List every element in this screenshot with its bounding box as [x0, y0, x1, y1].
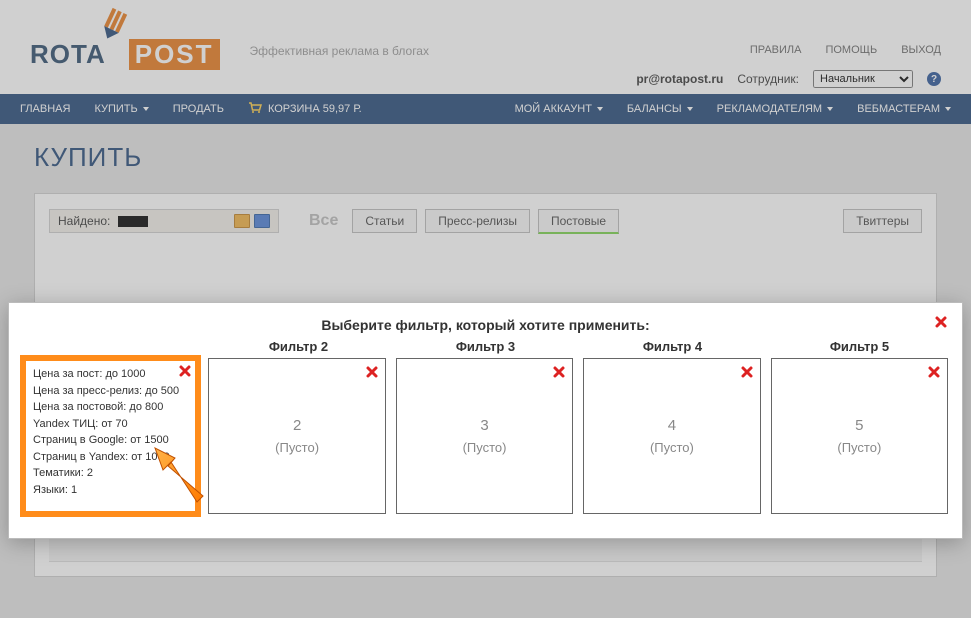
card-empty: 5 (Пусто) [782, 367, 937, 505]
filter-line: Страниц в Yandex: от 1000 [33, 449, 188, 466]
card-num: 4 [668, 415, 676, 438]
header-right: ПРАВИЛА ПОМОЩЬ ВЫХОД pr@rotapost.ru Сотр… [636, 44, 941, 88]
tab-all[interactable]: Все [303, 208, 344, 234]
modal-title-text: Выберите фильтр, который хотите применит… [321, 317, 649, 333]
logo-text-2: POST [129, 39, 220, 70]
header-row2: pr@rotapost.ru Сотрудник: Начальник ? [636, 70, 941, 88]
logout-link[interactable]: ВЫХОД [901, 44, 941, 56]
card-empty: 2 (Пусто) [219, 367, 374, 505]
filter-line: Цена за пресс-релиз: до 500 [33, 383, 188, 400]
nav-sell[interactable]: ПРОДАТЬ [161, 94, 236, 124]
card-close-icon[interactable] [178, 364, 192, 378]
nav-advertisers[interactable]: РЕКЛАМОДАТЕЛЯМ [705, 94, 845, 124]
help-icon[interactable]: ? [927, 72, 941, 86]
logo-text-1: ROTA [30, 39, 106, 70]
nav-account[interactable]: МОЙ АККАУНТ [503, 94, 615, 124]
toolbar: Найдено: Все Статьи Пресс-релизы Постовы… [49, 208, 922, 234]
card-empty: 3 (Пусто) [407, 367, 562, 505]
header: ROTA POST Эффективная реклама в блогах П… [0, 0, 971, 94]
tab-postings[interactable]: Постовые [538, 209, 619, 234]
filter-line: Тематики: 2 [33, 465, 188, 482]
table-row [49, 538, 922, 562]
card-empty-label: (Пусто) [463, 438, 507, 458]
nav-right: МОЙ АККАУНТ БАЛАНСЫ РЕКЛАМОДАТЕЛЯМ ВЕБМА… [503, 94, 963, 124]
filter-card-4[interactable]: 4 (Пусто) [583, 358, 760, 514]
filter-card-3[interactable]: 3 (Пусто) [396, 358, 573, 514]
card-close-icon[interactable] [740, 365, 754, 379]
nav-buy[interactable]: КУПИТЬ [82, 94, 160, 124]
nav-home[interactable]: ГЛАВНАЯ [8, 94, 82, 124]
filter-label-3: Фильтр 3 [397, 339, 574, 354]
logo-pencil-icon [100, 6, 128, 42]
filter-card-2[interactable]: 2 (Пусто) [208, 358, 385, 514]
filter-card-1[interactable]: Цена за пост: до 1000 Цена за пресс-рели… [23, 358, 198, 514]
card-num: 2 [293, 415, 301, 438]
filter-label-5: Фильтр 5 [771, 339, 948, 354]
tab-articles[interactable]: Статьи [352, 209, 417, 233]
filter-line: Языки: 1 [33, 482, 188, 499]
navbar: ГЛАВНАЯ КУПИТЬ ПРОДАТЬ КОРЗИНА 59,97 Р. … [0, 94, 971, 124]
save-icon[interactable] [254, 214, 270, 228]
user-email: pr@rotapost.ru [636, 72, 723, 86]
header-links: ПРАВИЛА ПОМОЩЬ ВЫХОД [750, 44, 941, 56]
card-close-icon[interactable] [927, 365, 941, 379]
card-close-icon[interactable] [365, 365, 379, 379]
nav-webmasters[interactable]: ВЕБМАСТЕРАМ [845, 94, 963, 124]
cart-icon [248, 102, 262, 117]
filter-line: Цена за постовой: до 800 [33, 399, 188, 416]
page-title: КУПИТЬ [34, 142, 937, 173]
found-count-redacted [118, 216, 148, 227]
tabs: Все Статьи Пресс-релизы Постовые Твиттер… [303, 208, 922, 234]
nav-balances[interactable]: БАЛАНСЫ [615, 94, 705, 124]
card-empty-label: (Пусто) [275, 438, 319, 458]
found-box: Найдено: [49, 209, 279, 233]
card-empty-label: (Пусто) [650, 438, 694, 458]
filter-modal: Выберите фильтр, который хотите применит… [8, 302, 963, 539]
tab-twitters[interactable]: Твиттеры [843, 209, 922, 233]
filter-labels: Фильтр 1 Фильтр 2 Фильтр 3 Фильтр 4 Филь… [23, 339, 948, 354]
filter-line: Страниц в Google: от 1500 [33, 432, 188, 449]
filter-cards: Цена за пост: до 1000 Цена за пресс-рели… [23, 358, 948, 514]
tab-press[interactable]: Пресс-релизы [425, 209, 530, 233]
rules-link[interactable]: ПРАВИЛА [750, 44, 802, 56]
staff-label: Сотрудник: [737, 72, 799, 86]
card-empty: 4 (Пусто) [594, 367, 749, 505]
filter-line: Цена за пост: до 1000 [33, 366, 188, 383]
logo[interactable]: ROTA POST [30, 6, 220, 70]
card-num: 3 [480, 415, 488, 438]
filter-label-4: Фильтр 4 [584, 339, 761, 354]
staff-select[interactable]: Начальник [813, 70, 913, 88]
tagline: Эффективная реклама в блогах [250, 44, 429, 58]
nav-cart-label: КОРЗИНА 59,97 Р. [268, 103, 362, 115]
filter-label-2: Фильтр 2 [210, 339, 387, 354]
nav-left: ГЛАВНАЯ КУПИТЬ ПРОДАТЬ КОРЗИНА 59,97 Р. [8, 94, 374, 124]
filter-card-5[interactable]: 5 (Пусто) [771, 358, 948, 514]
modal-title: Выберите фильтр, который хотите применит… [23, 317, 948, 333]
found-label: Найдено: [58, 214, 110, 228]
card-empty-label: (Пусто) [837, 438, 881, 458]
folder-icon[interactable] [234, 214, 250, 228]
nav-cart[interactable]: КОРЗИНА 59,97 Р. [236, 94, 374, 124]
card-num: 5 [855, 415, 863, 438]
card-close-icon[interactable] [552, 365, 566, 379]
modal-close-icon[interactable] [934, 315, 948, 329]
filter-line: Yandex ТИЦ: от 70 [33, 416, 188, 433]
help-link[interactable]: ПОМОЩЬ [825, 44, 877, 56]
